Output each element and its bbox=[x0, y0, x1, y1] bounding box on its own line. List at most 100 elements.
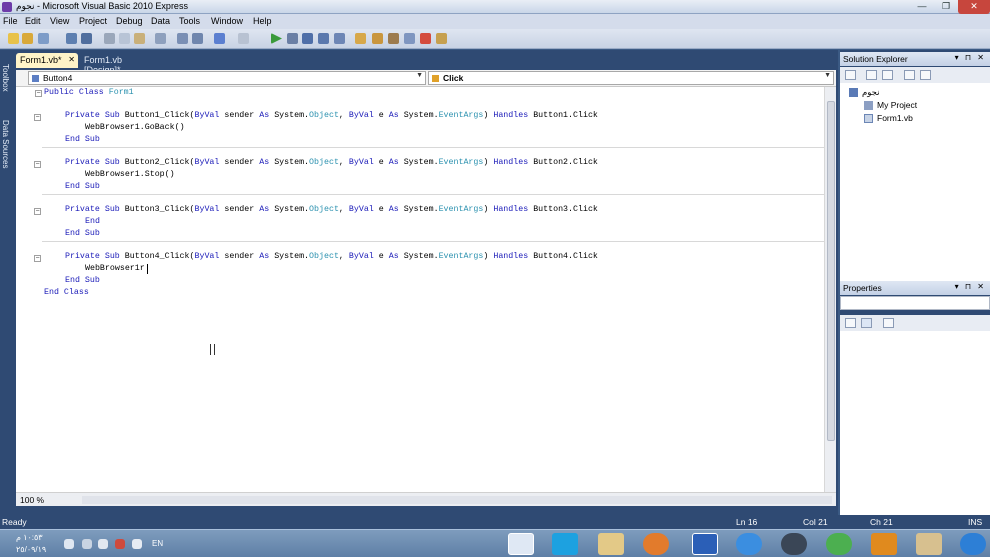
right-tool-pane: Solution Explorer ▾ ⊓ ✕ نجوم My Project … bbox=[840, 50, 990, 515]
close-button[interactable]: ✕ bbox=[958, 0, 990, 14]
properties-toolbar bbox=[840, 315, 990, 331]
explorer-icon[interactable] bbox=[916, 533, 942, 555]
menu-view[interactable]: View bbox=[50, 16, 69, 26]
step-out-icon[interactable] bbox=[334, 33, 345, 44]
save-all-icon[interactable] bbox=[81, 33, 92, 44]
chevron-down-icon: ▼ bbox=[416, 72, 423, 79]
steam-icon[interactable] bbox=[781, 533, 807, 555]
property-pages-icon[interactable] bbox=[883, 318, 894, 328]
toolbox-tab[interactable]: Toolbox bbox=[0, 64, 10, 92]
show-all-files-icon[interactable] bbox=[866, 70, 877, 80]
ie-icon[interactable] bbox=[736, 533, 762, 555]
error-list-icon[interactable] bbox=[420, 33, 431, 44]
status-ready: Ready bbox=[2, 517, 27, 527]
menu-data[interactable]: Data bbox=[151, 16, 170, 26]
comment-icon[interactable] bbox=[177, 33, 188, 44]
properties-object-combo[interactable] bbox=[840, 296, 990, 310]
tray-time[interactable]: ١٠:٥٣ م bbox=[16, 533, 43, 542]
tray-date[interactable]: ٢٥/٠٩/١٩ bbox=[16, 545, 46, 554]
view-code-icon[interactable] bbox=[904, 70, 915, 80]
scroll-thumb[interactable] bbox=[827, 101, 835, 441]
menu-bar: File Edit View Project Debug Data Tools … bbox=[0, 14, 990, 29]
code-line-sub3-body: End bbox=[85, 217, 100, 226]
network-icon[interactable] bbox=[82, 539, 92, 549]
paste-icon[interactable] bbox=[134, 33, 145, 44]
step-into-icon[interactable] bbox=[302, 33, 313, 44]
solution-explorer-icon[interactable] bbox=[355, 33, 366, 44]
cut-icon[interactable] bbox=[104, 33, 115, 44]
properties-icon[interactable] bbox=[372, 33, 383, 44]
object-browser-icon[interactable] bbox=[404, 33, 415, 44]
copy-icon[interactable] bbox=[119, 33, 130, 44]
menu-edit[interactable]: Edit bbox=[25, 16, 41, 26]
pane-pin-controls[interactable]: ▾ ⊓ ✕ bbox=[955, 282, 986, 291]
open-icon[interactable] bbox=[22, 33, 33, 44]
vb-icon[interactable] bbox=[508, 533, 534, 555]
tree-item-form1[interactable]: Form1.vb bbox=[877, 113, 913, 123]
undo-icon[interactable] bbox=[214, 33, 225, 44]
zoom-level[interactable]: 100 % bbox=[20, 495, 44, 505]
skype-icon[interactable] bbox=[552, 533, 578, 555]
collapse-sub2-icon[interactable]: − bbox=[34, 161, 41, 168]
collapse-sub4-icon[interactable]: − bbox=[34, 255, 41, 262]
properties-title: Properties bbox=[843, 283, 882, 293]
redo-icon[interactable] bbox=[238, 33, 249, 44]
start-debugging-icon[interactable] bbox=[271, 33, 282, 44]
code-editor[interactable]: − − − − − Public Class Form1 Private Sub… bbox=[16, 87, 824, 492]
start-page-icon[interactable] bbox=[436, 33, 447, 44]
new-project-icon[interactable] bbox=[8, 33, 19, 44]
event-icon bbox=[432, 75, 439, 82]
refresh-icon[interactable] bbox=[882, 70, 893, 80]
editor-vertical-scrollbar[interactable] bbox=[824, 87, 836, 492]
language-indicator[interactable]: EN bbox=[152, 539, 163, 548]
close-tab-icon[interactable]: ✕ bbox=[68, 55, 75, 64]
volume-icon[interactable] bbox=[64, 539, 74, 549]
view-designer-icon[interactable] bbox=[920, 70, 931, 80]
collapse-sub3-icon[interactable]: − bbox=[34, 208, 41, 215]
method-name-combo[interactable]: Click ▼ bbox=[428, 71, 834, 85]
menu-file[interactable]: File bbox=[3, 16, 18, 26]
taskbar: ١٠:٥٣ م ٢٥/٠٩/١٩ EN bbox=[0, 529, 990, 557]
editor-bottom-bar: 100 % bbox=[16, 492, 836, 506]
chrome-icon[interactable] bbox=[826, 533, 852, 555]
collapse-sub1-icon[interactable]: − bbox=[34, 114, 41, 121]
minimize-button[interactable]: — bbox=[910, 0, 934, 14]
snip-icon[interactable] bbox=[692, 533, 718, 555]
add-item-icon[interactable] bbox=[38, 33, 49, 44]
alphabetical-icon[interactable] bbox=[861, 318, 872, 328]
media-icon[interactable] bbox=[871, 533, 897, 555]
folder-icon[interactable] bbox=[598, 533, 624, 555]
action-center-icon[interactable] bbox=[115, 539, 125, 549]
left-tool-strip: Toolbox Data Sources bbox=[0, 50, 10, 515]
menu-debug[interactable]: Debug bbox=[116, 16, 143, 26]
menu-project[interactable]: Project bbox=[79, 16, 107, 26]
class-name-combo[interactable]: Button4 ▼ bbox=[28, 71, 426, 85]
menu-tools[interactable]: Tools bbox=[179, 16, 200, 26]
collapse-class-icon[interactable]: − bbox=[35, 90, 42, 97]
data-sources-tab[interactable]: Data Sources bbox=[0, 120, 10, 168]
save-icon[interactable] bbox=[66, 33, 77, 44]
pane-pin-controls[interactable]: ▾ ⊓ ✕ bbox=[955, 53, 986, 62]
uncomment-icon[interactable] bbox=[192, 33, 203, 44]
vb-app-icon bbox=[2, 2, 12, 12]
tab-form1-design[interactable]: Form1.vb [Design]* bbox=[80, 53, 160, 75]
properties-grid[interactable] bbox=[840, 331, 990, 515]
tree-item-my-project[interactable]: My Project bbox=[877, 100, 917, 110]
project-node[interactable]: نجوم bbox=[862, 87, 880, 98]
maximize-button[interactable]: ❐ bbox=[934, 0, 958, 14]
toolbox-icon[interactable] bbox=[388, 33, 399, 44]
menu-window[interactable]: Window bbox=[211, 16, 243, 26]
editor-horizontal-scrollbar[interactable] bbox=[82, 496, 832, 504]
find-icon[interactable] bbox=[155, 33, 166, 44]
pause-icon[interactable] bbox=[287, 33, 298, 44]
properties-button-icon[interactable] bbox=[845, 70, 856, 80]
firefox-icon[interactable] bbox=[643, 533, 669, 555]
categorized-icon[interactable] bbox=[845, 318, 856, 328]
menu-help[interactable]: Help bbox=[253, 16, 272, 26]
method-separator bbox=[42, 147, 824, 148]
chevron-up-icon[interactable] bbox=[132, 539, 142, 549]
step-over-icon[interactable] bbox=[318, 33, 329, 44]
battery-icon[interactable] bbox=[98, 539, 108, 549]
windows-icon[interactable] bbox=[960, 533, 986, 555]
tab-form1-vb[interactable]: Form1.vb* ✕ bbox=[16, 53, 78, 68]
